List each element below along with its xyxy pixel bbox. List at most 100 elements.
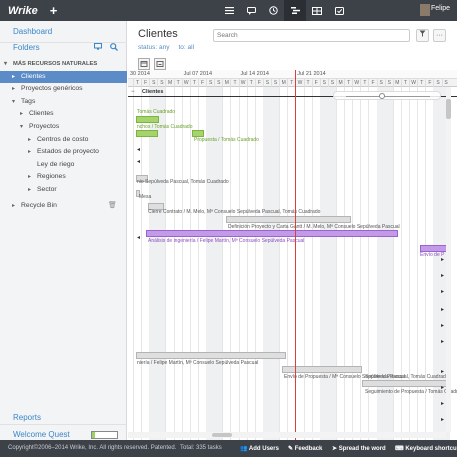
sidebar-item[interactable]: ▸ Estados de proyecto — [0, 146, 127, 159]
gantt-task-bar[interactable] — [362, 380, 448, 387]
sidebar-item[interactable]: ▸ Clientes — [0, 70, 127, 84]
keyboard-shortcuts-link[interactable]: ⌨ Keyboard shortcu — [395, 445, 457, 452]
scroll-right-icon[interactable]: ▸ — [441, 306, 444, 313]
gantt-task-bar[interactable] — [146, 230, 398, 237]
gantt-task-bar[interactable] — [282, 366, 362, 373]
scroll-right-icon[interactable]: ▸ — [441, 400, 444, 407]
new-item-button[interactable]: + — [50, 4, 58, 17]
sidebar-divider — [0, 424, 127, 425]
sidebar-item[interactable]: ▾ Proyectos — [0, 121, 127, 134]
stream-icon[interactable] — [240, 0, 262, 21]
gantt-schedule-button[interactable] — [154, 58, 166, 70]
day-gridline — [417, 87, 419, 440]
collapse-toggle[interactable]: − — [131, 89, 135, 95]
sidebar-tools — [94, 43, 118, 53]
gantt-day-header: TFSSMTWTFSSMTWTFSSMTWTFSSMTWTFSSMTWTFSS — [128, 79, 457, 87]
gantt-task-label: Mesa — [139, 194, 152, 200]
progress-fill — [92, 432, 95, 438]
scroll-right-icon[interactable]: ▸ — [441, 322, 444, 329]
scroll-right-icon[interactable]: ▸ — [441, 384, 444, 391]
sidebar-item[interactable]: ▸ Proyectos genéricos — [0, 83, 127, 96]
day-gridline — [165, 87, 167, 440]
sidebar-item[interactable]: ▸ Centros de costo — [0, 134, 127, 147]
sidebar-item[interactable]: ▾ Tags — [0, 96, 127, 109]
chevron-down-icon[interactable]: ▾ — [4, 58, 7, 71]
vertical-scrollbar[interactable] — [446, 87, 451, 432]
sidebar-item[interactable]: Ley de riego — [0, 159, 127, 172]
scroll-left-icon[interactable]: ◂ — [137, 234, 140, 241]
gantt-day-cell: S — [376, 79, 385, 87]
gantt-day-cell: F — [368, 79, 376, 87]
search-icon[interactable] — [110, 43, 118, 53]
scroll-right-icon[interactable]: ▸ — [441, 256, 444, 263]
chevron-right-icon[interactable]: ▸ — [28, 171, 31, 184]
zoom-knob[interactable] — [379, 93, 385, 99]
scroll-left-icon[interactable]: ◂ — [137, 146, 140, 153]
timelog-icon[interactable] — [262, 0, 284, 21]
sidebar-item-label: Proyectos — [29, 122, 60, 130]
inbox-icon[interactable] — [328, 0, 350, 21]
gantt-view-icon[interactable] — [284, 0, 306, 21]
scroll-right-icon[interactable]: ▸ — [441, 416, 444, 423]
gantt-day-cell: S — [157, 79, 165, 87]
sidebar-item[interactable]: ▸ Clientes — [0, 108, 127, 121]
spread-word-link[interactable]: ➤ Spread the word — [332, 445, 386, 452]
sidebar-item[interactable]: ▾ MÁS RECURSOS NATURALES — [0, 58, 127, 71]
gantt-task-bar[interactable] — [136, 130, 158, 137]
avatar[interactable] — [420, 4, 430, 16]
trash-icon[interactable]: 🗑 — [108, 200, 117, 213]
scroll-left-icon[interactable]: ◂ — [137, 158, 140, 165]
gantt-zoom-slider[interactable] — [333, 91, 441, 100]
day-gridline — [303, 87, 305, 440]
table-view-icon[interactable] — [306, 0, 328, 21]
horizontal-scroll-thumb[interactable] — [212, 433, 232, 437]
chevron-down-icon[interactable]: ▾ — [12, 96, 15, 109]
chevron-right-icon[interactable]: ▸ — [28, 184, 31, 197]
sidebar-item[interactable]: ▸ Sector — [0, 184, 127, 197]
footer-bar: Copyright©2006–2014 Wrike, Inc. All righ… — [0, 440, 457, 457]
chevron-right-icon[interactable]: ▸ — [12, 71, 15, 84]
chevron-right-icon[interactable]: ▸ — [20, 108, 23, 121]
monitor-icon[interactable] — [94, 43, 102, 53]
weekend-column — [376, 87, 385, 440]
gantt-task-bar[interactable] — [192, 130, 204, 137]
gantt-day-cell: S — [384, 79, 393, 87]
chevron-right-icon[interactable]: ▸ — [28, 134, 31, 147]
chevron-right-icon[interactable]: ▸ — [12, 83, 15, 96]
day-gridline — [360, 87, 362, 440]
chevron-right-icon[interactable]: ▸ — [12, 200, 15, 213]
scroll-right-icon[interactable]: ▸ — [441, 288, 444, 295]
folders-link[interactable]: Folders — [13, 43, 40, 52]
user-name[interactable]: Felipe — [431, 5, 450, 12]
welcome-quest-link[interactable]: Welcome Quest — [13, 430, 70, 439]
gantt-task-bar[interactable] — [136, 116, 159, 123]
gantt-day-cell: S — [149, 79, 157, 87]
feedback-link[interactable]: ✎ Feedback — [288, 445, 322, 452]
list-view-icon[interactable] — [218, 0, 240, 21]
gantt-day-cell: M — [336, 79, 344, 87]
chevron-down-icon[interactable]: ▾ — [20, 121, 23, 134]
sidebar-item-label: Centros de costo — [37, 135, 89, 143]
chevron-right-icon[interactable]: ▸ — [28, 146, 31, 159]
day-gridline — [279, 87, 281, 440]
gantt-task-bar[interactable] — [226, 216, 351, 223]
filter-button[interactable] — [416, 29, 429, 42]
wrike-logo[interactable]: Wrike — [8, 5, 38, 17]
gantt-day-cell: T — [344, 79, 352, 87]
scroll-right-icon[interactable]: ▸ — [441, 272, 444, 279]
to-filter-value[interactable]: all — [188, 44, 195, 51]
sidebar-item[interactable]: ▸ Regiones — [0, 171, 127, 184]
more-button[interactable]: ··· — [433, 29, 446, 42]
gantt-calendar-button[interactable] — [138, 58, 150, 70]
horizontal-scrollbar[interactable] — [128, 432, 446, 438]
vertical-scroll-thumb[interactable] — [446, 99, 451, 119]
reports-link[interactable]: Reports — [13, 413, 41, 422]
scroll-right-icon[interactable]: ▸ — [441, 368, 444, 375]
scroll-right-icon[interactable]: ▸ — [441, 338, 444, 345]
gantt-task-bar[interactable] — [136, 352, 286, 359]
status-filter-value[interactable]: any — [159, 44, 169, 51]
dashboard-link[interactable]: Dashboard — [13, 27, 52, 36]
search-input[interactable] — [214, 30, 409, 41]
add-users-link[interactable]: 👥 Add Users — [240, 445, 279, 452]
sidebar-item[interactable]: ▸ Recycle Bin 🗑 — [0, 200, 127, 213]
